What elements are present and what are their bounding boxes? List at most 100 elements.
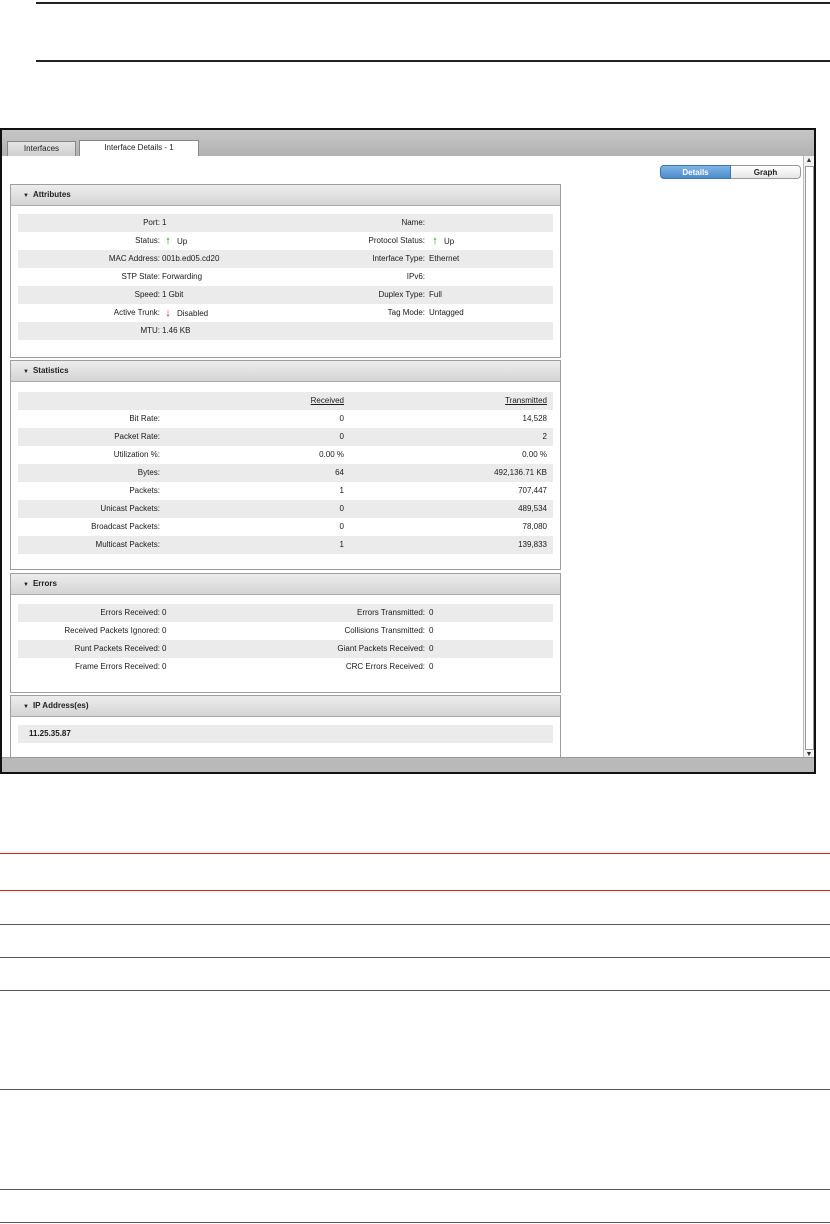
errors-panel-header[interactable]: ▼ Errors [11,574,560,595]
attribute-row: MTU: 1.46 KB [18,322,553,340]
errors-panel: ▼ Errors Errors Received: 0 Errors Transmit… [10,573,561,693]
attribute-value: ↓ Disabled [162,304,208,323]
up-arrow-icon: ↑ [432,235,438,247]
ip-address-rows: 11.25.35.87 [11,717,560,743]
attributes-panel-header[interactable]: ▼ Attributes [11,185,560,206]
error-label: Runt Packets Received: [74,644,160,653]
graph-button[interactable]: Graph [731,165,801,179]
attribute-value-text: Up [177,237,188,246]
table-header-rule [0,890,830,891]
statistic-label: Broadcast Packets: [91,522,160,531]
ip-address-row: 11.25.35.87 [18,725,553,743]
attribute-value: Untagged [429,304,464,322]
up-arrow-icon: ↑ [165,235,171,247]
errors-row: Frame Errors Received: 0 CRC Errors Receiv… [18,658,553,676]
statistics-title: Statistics [32,366,69,375]
statistic-transmitted: 707,447 [518,486,547,495]
errors-rows: Errors Received: 0 Errors Transmitted: 0 Rec… [11,595,560,676]
ip-address-title: IP Address(es) [32,701,89,710]
table-row-rule [0,990,830,991]
statistic-label: Utilization %: [113,450,160,459]
tab-interfaces[interactable]: Interfaces [7,141,76,156]
statistic-received: 0 [339,504,344,513]
statistic-received: 64 [335,468,344,477]
ip-address-panel-header[interactable]: ▼ IP Address(es) [11,696,560,717]
attribute-value: 1.46 KB [162,322,190,340]
vertical-scrollbar[interactable]: ▲ ▼ [803,156,814,760]
statistics-row: Broadcast Packets: 0 78,080 [18,518,553,536]
details-button[interactable]: Details [660,165,731,179]
attribute-value: 1 [162,214,166,232]
transmitted-column-header: Transmitted [505,396,547,405]
table-row-rule [0,957,830,958]
error-label: Collisions Transmitted: [344,626,425,635]
attribute-value: 1 Gbit [162,286,183,304]
statistic-received: 0.00 % [319,450,344,459]
attribute-row: Speed: 1 Gbit Duplex Type: Full [18,286,553,304]
ip-address-panel: ▼ IP Address(es) 11.25.35.87 [10,695,561,760]
attribute-value-text: Full [429,290,442,299]
statistics-row: Multicast Packets: 1 139,833 [18,536,553,554]
attribute-label: IPv6: [406,272,425,281]
error-label: Errors Received: [100,608,160,617]
statistics-row: Utilization %: 0.00 % 0.00 % [18,446,553,464]
statistic-received: 0 [339,432,344,441]
statistic-label: Packet Rate: [114,432,160,441]
error-value: 0 [162,644,167,653]
attribute-row: Status: ↑ Up Protocol Status: ↑ Up [18,232,553,250]
attribute-value-text: Forwarding [162,272,203,281]
tab-interface-details[interactable]: Interface Details - 1 [79,140,199,157]
attribute-value-text: Disabled [177,309,209,318]
table-row-rule [0,1189,830,1190]
attribute-value-text: 001b.ed05.cd20 [162,254,220,263]
statistic-received: 0 [339,414,344,423]
statistics-panel-header[interactable]: ▼ Statistics [11,361,560,382]
table-row-rule [0,1089,830,1090]
statistic-label: Unicast Packets: [100,504,160,513]
attribute-label: Name: [401,218,425,227]
top-rule-2 [36,60,830,62]
attribute-value-text: Untagged [429,308,464,317]
attribute-row: Port: 1 Name: [18,214,553,232]
status-bar [2,757,814,772]
collapse-triangle-icon: ▼ [23,582,29,588]
error-value: 0 [162,608,167,617]
statistic-received: 1 [339,540,344,549]
statistic-transmitted: 139,833 [518,540,547,549]
attribute-row: Active Trunk: ↓ Disabled Tag Mode: Untagged [18,304,553,322]
attribute-value-text: Ethernet [429,254,460,263]
statistics-row: Packets: 1 707,447 [18,482,553,500]
errors-row: Received Packets Ignored: 0 Collisions Tra… [18,622,553,640]
statistics-row: Bit Rate: 0 14,528 [18,410,553,428]
attributes-rows: Port: 1 Name: Status: ↑ Up Protocol Status: ↑ Up… [11,206,560,340]
scrollbar-thumb[interactable] [805,166,814,750]
statistic-transmitted: 78,080 [522,522,547,531]
attribute-value: ↑ Up [429,232,454,251]
statistic-label: Multicast Packets: [95,540,160,549]
statistic-transmitted: 0.00 % [522,450,547,459]
statistics-panel: ▼ Statistics Received Transmitted Bit Rat… [10,360,561,570]
error-label: Frame Errors Received: [75,662,160,671]
statistic-label: Bit Rate: [129,414,160,423]
scroll-up-icon[interactable]: ▲ [805,157,813,165]
errors-title: Errors [32,579,57,588]
attribute-row: MAC Address: 001b.ed05.cd20 Interface Type… [18,250,553,268]
details-content: Details Graph ▼ Attributes Port: 1 Name: Sta… [2,156,808,760]
screenshot-frame: Interfaces Interface Details - 1 Details… [0,128,816,774]
attribute-value-text: Up [444,237,455,246]
collapse-triangle-icon: ▼ [23,369,29,375]
error-label: Giant Packets Received: [337,644,425,653]
attribute-value: Ethernet [429,250,459,268]
ip-address-value: 11.25.35.87 [29,729,71,738]
error-value: 0 [429,662,434,671]
statistic-transmitted: 2 [542,432,547,441]
attribute-label: Tag Mode: [387,308,425,317]
attribute-label: Status: [135,236,160,245]
statistics-row: Bytes: 64 492,136.71 KB [18,464,553,482]
error-value: 0 [429,608,434,617]
statistic-label: Bytes: [137,468,160,477]
error-value: 0 [162,662,167,671]
table-top-rule [0,853,830,854]
statistic-received: 0 [339,522,344,531]
attributes-title: Attributes [32,190,71,199]
